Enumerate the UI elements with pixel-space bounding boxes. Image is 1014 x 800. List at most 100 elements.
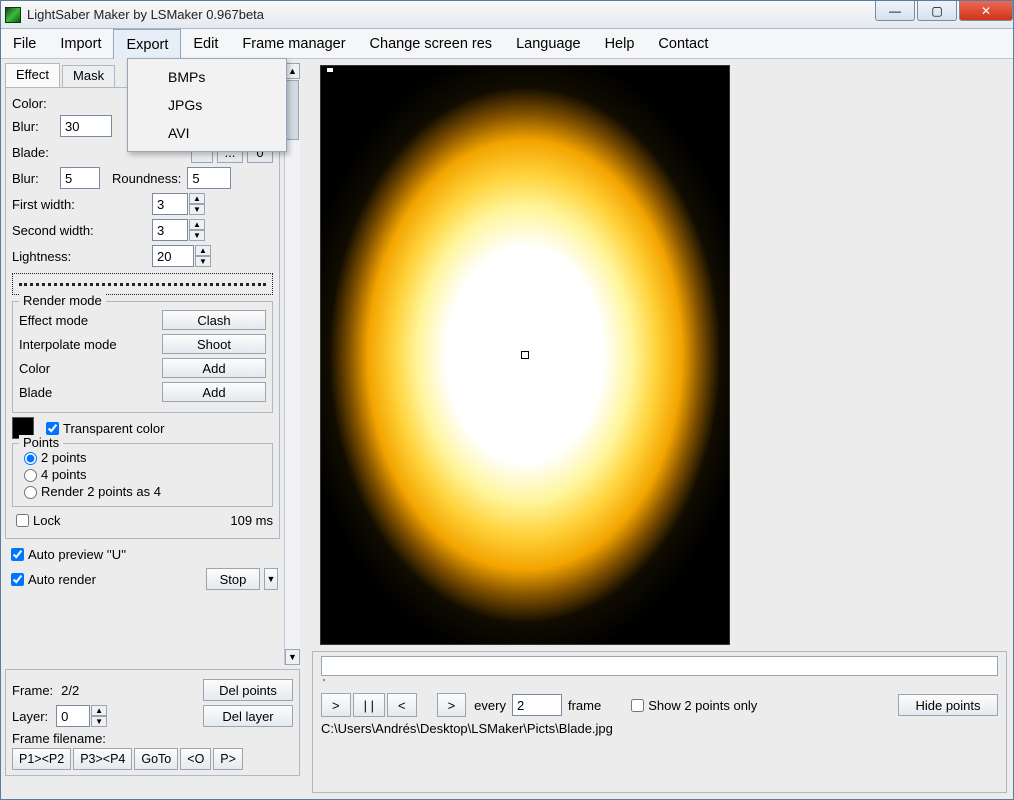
blade-label: Blade: [12,145,49,160]
first-width-spinner[interactable]: ▲▼ [152,193,205,215]
blur2-input[interactable] [60,167,100,189]
p3p4-button[interactable]: P3><P4 [73,748,132,770]
points-4-radio[interactable] [24,469,37,482]
points-render-as-4-radio[interactable] [24,486,37,499]
auto-preview-checkbox[interactable] [11,548,24,561]
transparent-label: Transparent color [63,421,164,436]
scroll-up-icon[interactable]: ▲ [285,63,300,79]
auto-render-checkbox[interactable] [11,573,24,586]
points-legend: Points [19,435,63,450]
del-points-button[interactable]: Del points [203,679,293,701]
second-width-input[interactable] [152,219,188,241]
center-point-icon[interactable] [521,351,529,359]
points-4-label: 4 points [41,467,87,482]
scroll-thumb[interactable] [286,80,299,140]
lightness-spinner[interactable]: ▲▼ [152,245,211,267]
menu-edit[interactable]: Edit [181,29,230,58]
render-mode-group: Render mode Effect modeClash Interpolate… [12,301,273,413]
render-time: 109 ms [230,513,273,528]
lightness-input[interactable] [152,245,194,267]
spin-down-icon[interactable]: ▼ [195,256,211,267]
tab-mask[interactable]: Mask [62,65,115,87]
prev-button[interactable]: < [387,693,417,717]
lock-label: Lock [33,513,60,528]
menu-contact[interactable]: Contact [646,29,720,58]
second-width-spinner[interactable]: ▲▼ [152,219,205,241]
lock-checkbox[interactable] [16,514,29,527]
title-bar: LightSaber Maker by LSMaker 0.967beta — … [1,1,1013,29]
lightness-label: Lightness: [12,249,152,264]
p1p2-button[interactable]: P1><P2 [12,748,71,770]
export-avi[interactable]: AVI [128,119,286,147]
stop-dropdown-button[interactable]: ▼ [264,568,278,590]
every-input[interactable] [512,694,562,716]
play-button[interactable]: > [321,693,351,717]
spin-up-icon[interactable]: ▲ [91,705,107,716]
frame-panel: Frame: 2/2 Del points Layer: ▲▼ Del laye… [5,669,300,776]
frame-path: C:\Users\Andrés\Desktop\LSMaker\Picts\Bl… [321,721,998,736]
maximize-button[interactable]: ▢ [917,1,957,21]
menu-import[interactable]: Import [48,29,113,58]
spin-up-icon[interactable]: ▲ [189,219,205,230]
menu-file[interactable]: File [1,29,48,58]
close-button[interactable]: ✕ [959,1,1013,21]
del-layer-button[interactable]: Del layer [203,705,293,727]
menu-export[interactable]: Export [113,29,181,59]
slider-track[interactable] [12,273,273,295]
effect-mode-label: Effect mode [19,313,88,328]
goto-button[interactable]: GoTo [134,748,178,770]
menu-bar: File Import Export Edit Frame manager Ch… [1,29,1013,59]
menu-language[interactable]: Language [504,29,593,58]
layer-input[interactable] [56,705,90,727]
points-render-as-4-label: Render 2 points as 4 [41,484,161,499]
minimize-button[interactable]: — [875,1,915,21]
layer-spinner[interactable]: ▲▼ [56,705,107,727]
roundness-input[interactable] [187,167,231,189]
tab-effect[interactable]: Effect [5,63,60,87]
scroll-down-icon[interactable]: ▼ [285,649,300,665]
blade-mode-button[interactable]: Add [162,382,266,402]
effect-mode-button[interactable]: Clash [162,310,266,330]
pause-button[interactable]: | | [353,693,385,717]
spin-down-icon[interactable]: ▼ [91,716,107,727]
player-panel: ' > | | < > every frame Show 2 points on… [312,651,1007,793]
menu-change-res[interactable]: Change screen res [358,29,505,58]
blur1-input[interactable] [60,115,112,137]
show-2-points-checkbox[interactable] [631,699,644,712]
frame-label: Frame: [12,683,53,698]
app-window: LightSaber Maker by LSMaker 0.967beta — … [0,0,1014,800]
preview-canvas[interactable] [320,65,730,645]
every-label: every [474,698,506,713]
render-mode-legend: Render mode [19,293,106,308]
client-area: Effect Mask Color: Blur: Blade: [1,59,1013,799]
spin-down-icon[interactable]: ▼ [189,204,205,215]
transparent-checkbox[interactable] [46,422,59,435]
color-mode-button[interactable]: Add [162,358,266,378]
blur2-label: Blur: [12,171,60,186]
next-p-button[interactable]: P> [213,748,243,770]
interpolate-mode-button[interactable]: Shoot [162,334,266,354]
prev-o-button[interactable]: <O [180,748,211,770]
left-panel: Effect Mask Color: Blur: Blade: [1,59,304,799]
spin-up-icon[interactable]: ▲ [195,245,211,256]
left-scrollbar[interactable]: ▲ ▼ [284,63,300,665]
window-buttons: — ▢ ✕ [873,1,1013,28]
hide-points-button[interactable]: Hide points [898,694,998,716]
layer-label: Layer: [12,709,48,724]
export-bmps[interactable]: BMPs [128,63,286,91]
timeline-slider[interactable] [321,656,998,676]
points-2-radio[interactable] [24,452,37,465]
spin-down-icon[interactable]: ▼ [189,230,205,241]
second-width-label: Second width: [12,223,152,238]
first-width-input[interactable] [152,193,188,215]
preview-area [304,59,1013,647]
spin-up-icon[interactable]: ▲ [189,193,205,204]
menu-help[interactable]: Help [593,29,647,58]
stop-button[interactable]: Stop [206,568,260,590]
menu-frame-manager[interactable]: Frame manager [230,29,357,58]
step-button[interactable]: > [437,693,467,717]
export-jpgs[interactable]: JPGs [128,91,286,119]
effect-tab-body: Color: Blur: Blade: ... 0 [5,87,280,539]
interpolate-mode-label: Interpolate mode [19,337,117,352]
auto-preview-label: Auto preview ''U'' [28,547,126,562]
